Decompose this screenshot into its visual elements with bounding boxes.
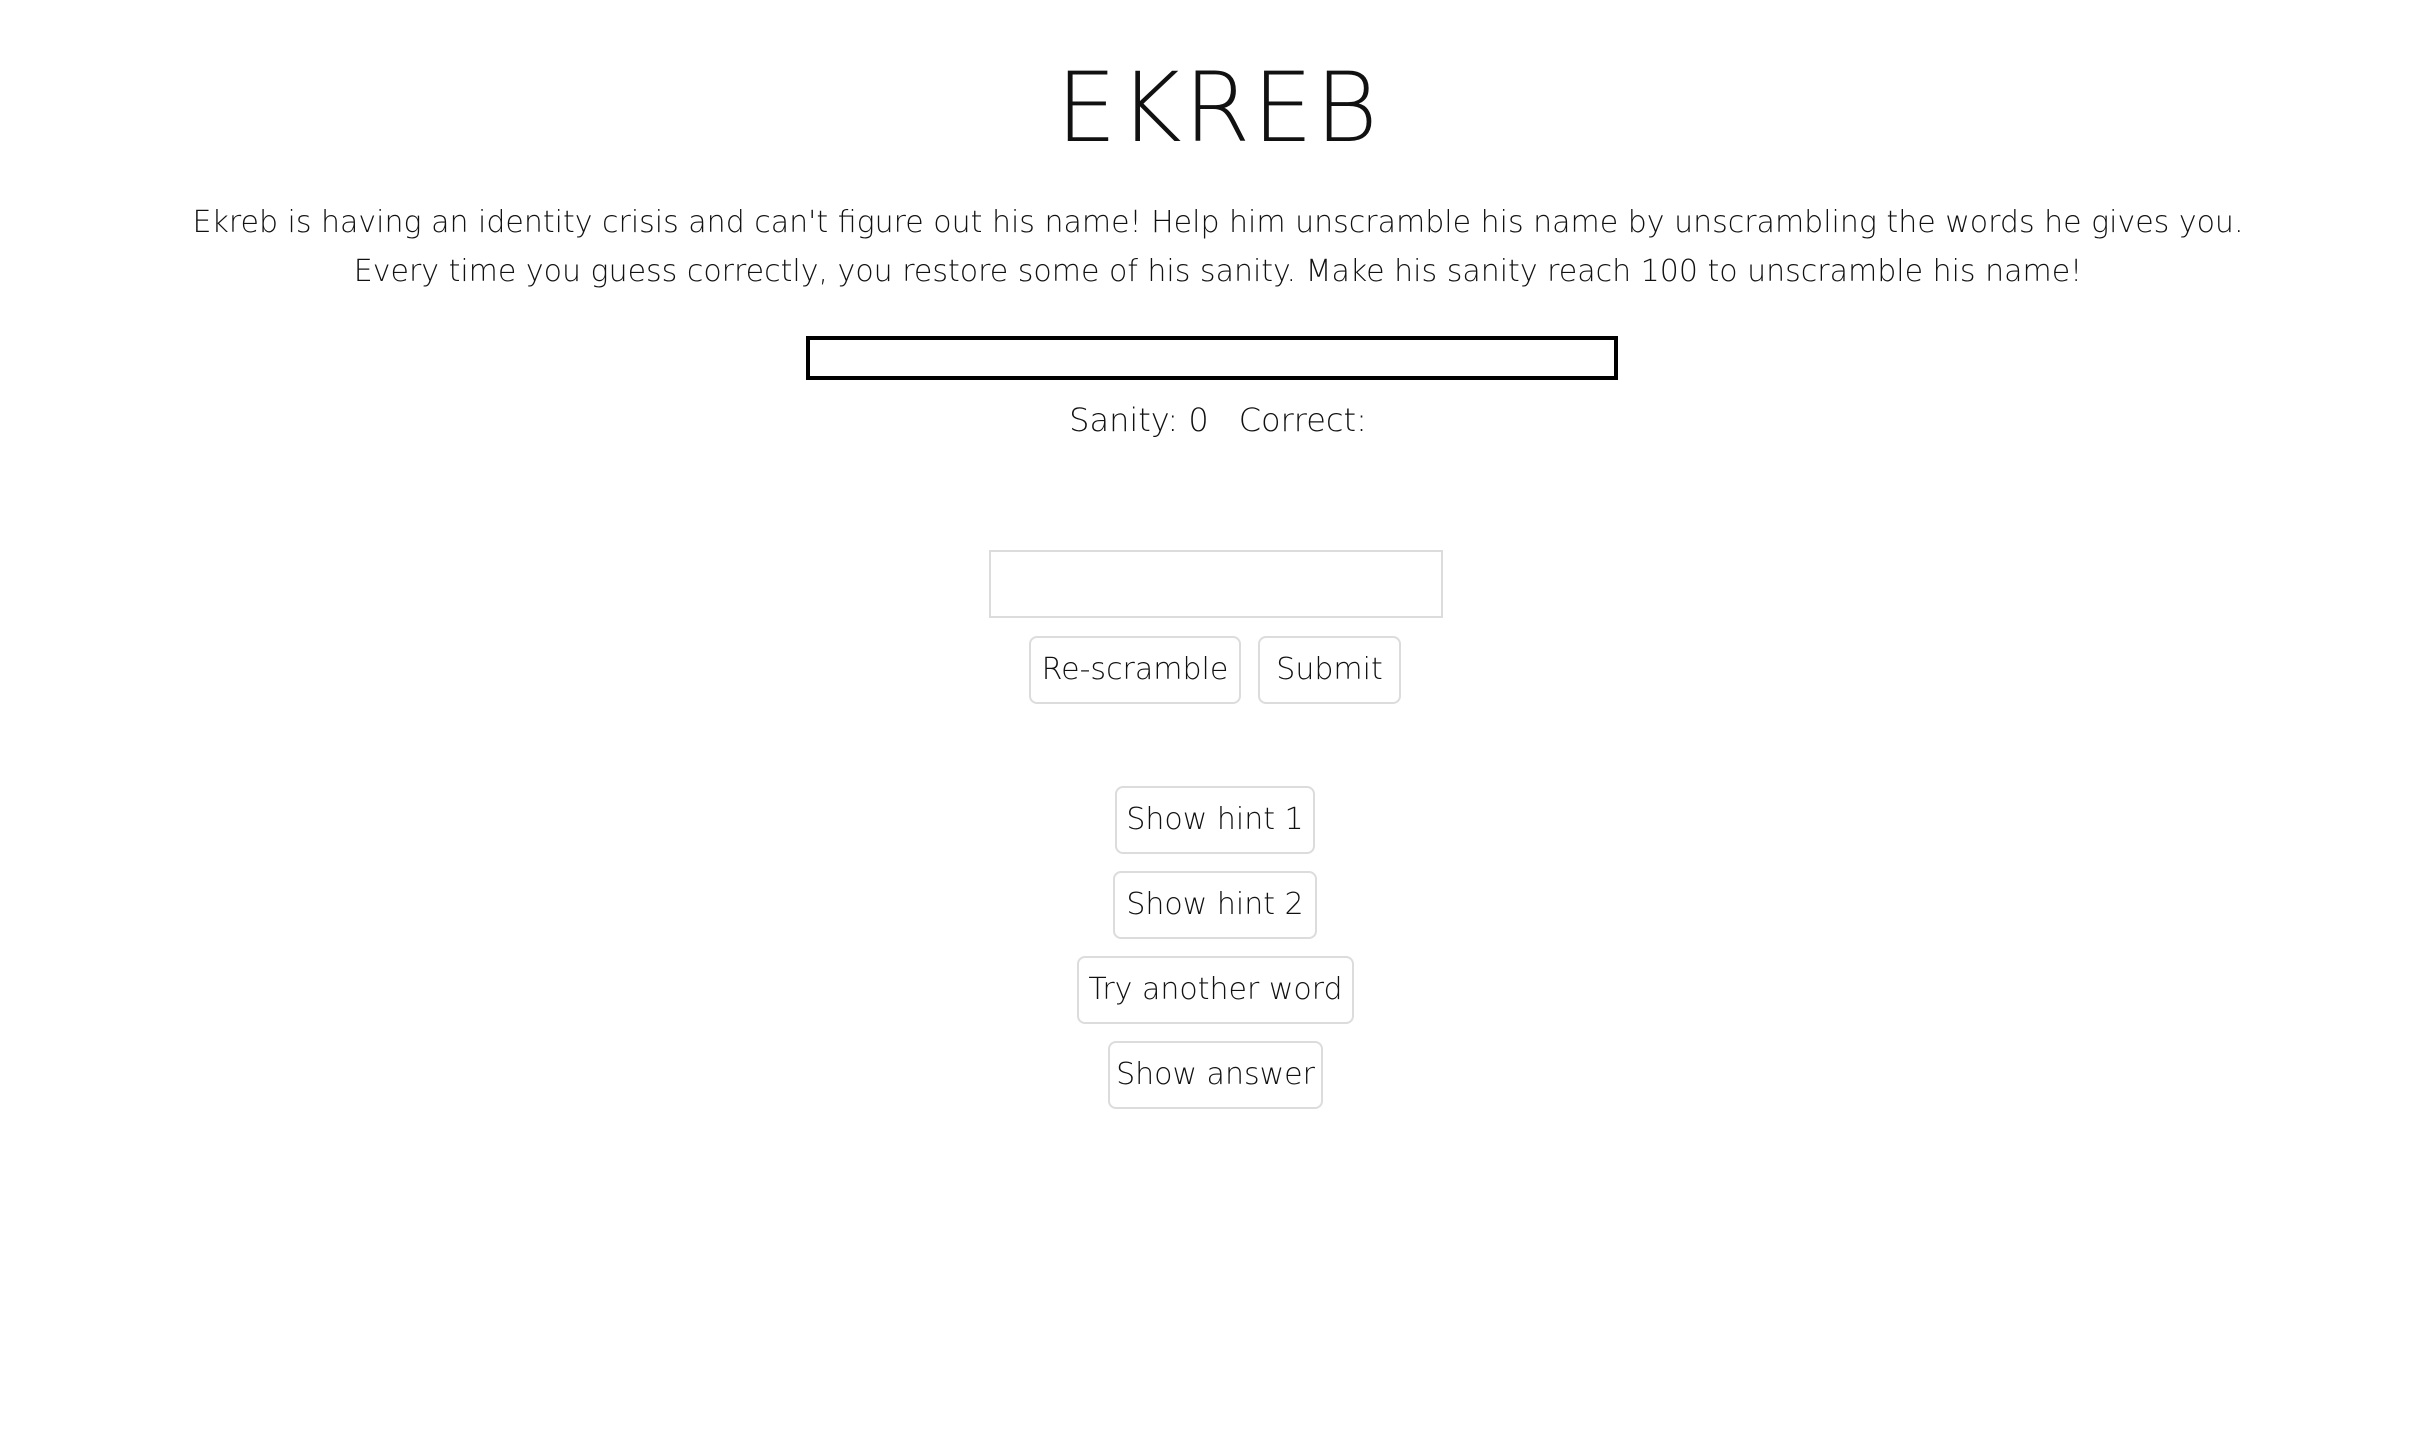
show-answer-button[interactable]: Show answer — [1108, 1041, 1323, 1109]
guess-input[interactable] — [989, 550, 1443, 618]
game-description: Ekreb is having an identity crisis and c… — [0, 198, 2436, 296]
game-title: EKREB — [1056, 52, 1380, 164]
show-hint-1-button[interactable]: Show hint 1 — [1115, 786, 1315, 854]
rescramble-button[interactable]: Re-scramble — [1029, 636, 1241, 704]
game-page: EKREB Ekreb is having an identity crisis… — [0, 0, 2436, 1442]
description-line-2: Every time you guess correctly, you rest… — [353, 254, 2083, 289]
description-line-1: Ekreb is having an identity crisis and c… — [192, 205, 2244, 240]
sanity-counter: Sanity: 0 — [1069, 401, 1209, 439]
sanity-progress-bar — [806, 336, 1618, 380]
show-hint-2-button[interactable]: Show hint 2 — [1113, 871, 1317, 939]
try-another-word-button[interactable]: Try another word — [1077, 956, 1354, 1024]
submit-button[interactable]: Submit — [1258, 636, 1401, 704]
correct-label: Correct: — [1238, 401, 1367, 439]
stats-line: Sanity: 0 Correct: — [0, 398, 2436, 442]
